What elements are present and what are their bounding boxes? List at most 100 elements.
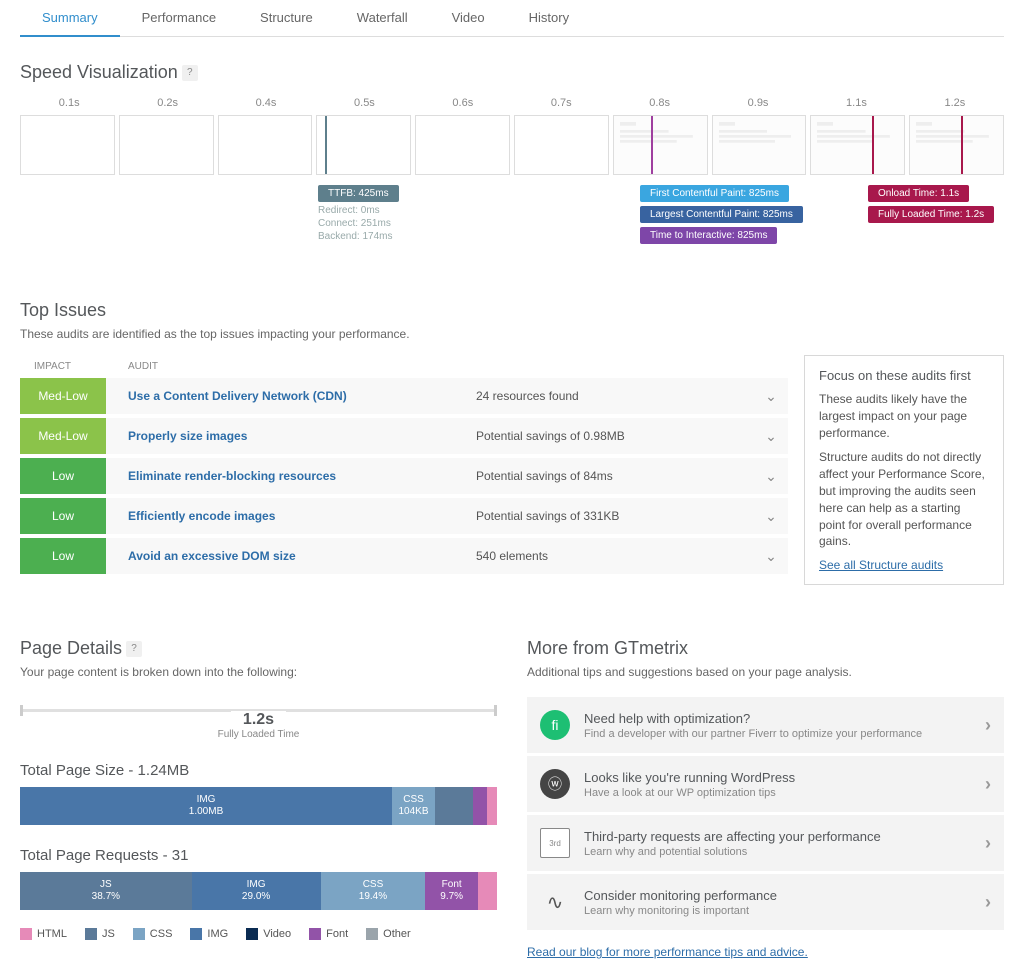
audit-link[interactable]: Efficiently encode images [106,509,476,523]
frame [514,115,609,175]
more-item-title: Third-party requests are affecting your … [584,829,881,844]
more-item-title: Need help with optimization? [584,711,922,726]
chevron-down-icon[interactable]: ⌄ [754,428,788,445]
help-icon[interactable]: ? [182,65,198,81]
audit-link[interactable]: Avoid an excessive DOM size [106,549,476,563]
onload-tag: Onload Time: 1.1s [868,185,969,202]
frame [712,115,807,175]
ttfb-tag: TTFB: 425ms [318,185,399,202]
tab-structure[interactable]: Structure [238,0,335,36]
legend-item: HTML [20,928,67,940]
more-item-desc: Find a developer with our partner Fiverr… [584,728,922,740]
issue-row[interactable]: Med-LowUse a Content Delivery Network (C… [20,378,788,418]
bar-segment: Font9.7% [425,872,477,910]
audit-link[interactable]: Use a Content Delivery Network (CDN) [106,389,476,403]
bar-segment [473,787,487,825]
audit-link[interactable]: Eliminate render-blocking resources [106,469,476,483]
tab-video[interactable]: Video [430,0,507,36]
time-label: 0.9s [709,97,807,109]
ttfb-notes: Redirect: 0msConnect: 251msBackend: 174m… [318,204,399,243]
help-icon[interactable]: ? [126,641,142,657]
bar-segment: IMG1.00MB [20,787,392,825]
lcp-tag: Largest Contentful Paint: 825ms [640,206,803,223]
read-blog-link[interactable]: Read our blog for more performance tips … [527,945,808,959]
tab-performance[interactable]: Performance [120,0,238,36]
bar-segment: CSS104KB [392,787,435,825]
bar-segment: IMG29.0% [192,872,321,910]
time-label: 1.1s [807,97,905,109]
frame [810,115,905,175]
legend-item: Other [366,928,411,940]
legend-item: Video [246,928,291,940]
pulse-icon: ∿ [540,887,570,917]
audit-result: Potential savings of 84ms [476,469,754,483]
chevron-right-icon: › [985,715,991,736]
more-subtitle: Additional tips and suggestions based on… [527,665,1004,679]
time-label: 0.4s [217,97,315,109]
audit-link[interactable]: Properly size images [106,429,476,443]
issue-row[interactable]: LowAvoid an excessive DOM size540 elemen… [20,538,788,578]
3rd-icon: 3rd [540,828,570,858]
frame [613,115,708,175]
more-item[interactable]: 3rd Third-party requests are affecting yo… [527,815,1004,874]
legend-item: CSS [133,928,173,940]
sidebar-p1: These audits likely have the largest imp… [819,391,989,441]
frame [909,115,1004,175]
more-item-title: Looks like you're running WordPress [584,770,795,785]
tti-tag: Time to Interactive: 825ms [640,227,777,244]
speed-visualization: 0.1s0.2s0.4s0.5s0.6s0.7s0.8s0.9s1.1s1.2s… [20,97,1004,275]
chevron-right-icon: › [985,892,991,913]
col-audit: AUDIT [106,361,158,372]
more-item[interactable]: fi Need help with optimization? Find a dev… [527,697,1004,756]
focus-sidebar: Focus on these audits first These audits… [804,355,1004,585]
time-label: 0.8s [610,97,708,109]
tab-summary[interactable]: Summary [20,0,120,37]
issues-table: IMPACT AUDIT Med-LowUse a Content Delive… [20,355,788,585]
sidebar-title: Focus on these audits first [819,368,989,383]
tab-waterfall[interactable]: Waterfall [335,0,430,36]
more-item-desc: Have a look at our WP optimization tips [584,787,795,799]
more-item-desc: Learn why monitoring is important [584,905,777,917]
more-from-gtmetrix: More from GTmetrix Additional tips and s… [527,613,1004,959]
tab-history[interactable]: History [507,0,591,36]
legend-item: IMG [190,928,228,940]
impact-badge: Low [20,498,106,534]
frame [316,115,411,175]
time-label: 0.2s [118,97,216,109]
more-item-title: Consider monitoring performance [584,888,777,903]
timeline: 1.2s Fully Loaded Time [20,709,497,740]
chevron-right-icon: › [985,774,991,795]
impact-badge: Med-Low [20,378,106,414]
time-label: 0.7s [512,97,610,109]
issue-row[interactable]: Med-LowProperly size imagesPotential sav… [20,418,788,458]
W-icon: ⓦ [540,769,570,799]
impact-badge: Med-Low [20,418,106,454]
audit-result: Potential savings of 331KB [476,509,754,523]
impact-badge: Low [20,538,106,574]
more-item[interactable]: ∿ Consider monitoring performance Learn wh… [527,874,1004,933]
issue-row[interactable]: LowEfficiently encode imagesPotential sa… [20,498,788,538]
page-requests-bar: JS38.7%IMG29.0%CSS19.4%Font9.7% [20,872,497,910]
issue-row[interactable]: LowEliminate render-blocking resourcesPo… [20,458,788,498]
details-subtitle: Your page content is broken down into th… [20,665,497,679]
bar-segment [435,787,473,825]
page-details: Page Details? Your page content is broke… [20,613,497,959]
audit-result: 24 resources found [476,389,754,403]
chevron-down-icon[interactable]: ⌄ [754,468,788,485]
bar-segment: JS38.7% [20,872,192,910]
frame [119,115,214,175]
chevron-down-icon[interactable]: ⌄ [754,548,788,565]
chevron-down-icon[interactable]: ⌄ [754,388,788,405]
fi-icon: fi [540,710,570,740]
chevron-down-icon[interactable]: ⌄ [754,508,788,525]
see-structure-link[interactable]: See all Structure audits [819,558,943,572]
chevron-right-icon: › [985,833,991,854]
legend-item: Font [309,928,348,940]
time-label: 0.5s [315,97,413,109]
speed-vis-heading: Speed Visualization? [20,62,1004,83]
frame [20,115,115,175]
audit-result: 540 elements [476,549,754,563]
fully-loaded-tag: Fully Loaded Time: 1.2s [868,206,994,223]
more-item[interactable]: ⓦ Looks like you're running WordPress Have… [527,756,1004,815]
more-item-desc: Learn why and potential solutions [584,846,881,858]
